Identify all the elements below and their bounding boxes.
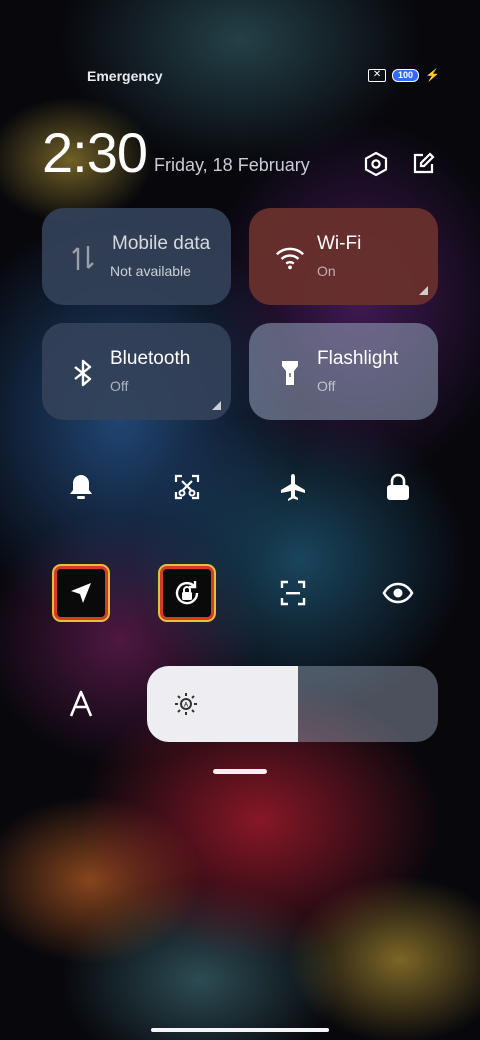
screenshot-icon[interactable] [163, 463, 211, 511]
status-icons: ✕ 100 ⚡ [368, 68, 440, 82]
bluetooth-title: Bluetooth [110, 348, 191, 369]
mobile-data-title: Mobile data [112, 233, 211, 254]
svg-text:A: A [184, 703, 189, 709]
airplane-icon[interactable] [269, 463, 317, 511]
sim-off-icon: ✕ [368, 68, 387, 82]
brightness-fill [147, 666, 299, 742]
mobile-data-tile[interactable]: Mobile data Not available [42, 208, 231, 305]
rotation-lock-icon[interactable] [163, 569, 211, 617]
battery-indicator: 100 [392, 68, 420, 82]
wifi-status: On [317, 263, 336, 279]
bolt-icon: ⚡ [425, 68, 440, 82]
flashlight-title: Flashlight [317, 348, 399, 369]
bluetooth-status: Off [110, 378, 129, 394]
location-icon[interactable] [57, 569, 105, 617]
brightness-slider[interactable]: A [147, 666, 438, 742]
mobile-data-status: Not available [110, 263, 191, 279]
edit-icon[interactable] [410, 151, 436, 177]
expand-corner-icon[interactable] [212, 401, 221, 410]
flashlight-icon [275, 358, 305, 388]
scanner-icon[interactable] [269, 569, 317, 617]
emergency-calls-label: Emergency [87, 68, 163, 84]
home-gesture-bar[interactable] [151, 1028, 329, 1032]
expand-corner-icon[interactable] [419, 286, 428, 295]
bluetooth-icon [68, 358, 98, 388]
wifi-tile[interactable]: Wi-Fi On [249, 208, 438, 305]
wifi-title: Wi-Fi [317, 233, 362, 254]
clock[interactable]: 2:30 [42, 120, 148, 186]
date-label[interactable]: Friday, 18 February [154, 155, 310, 176]
data-arrows-icon [68, 243, 98, 273]
panel-drag-handle[interactable] [213, 769, 267, 774]
bell-icon[interactable] [57, 463, 105, 511]
lock-icon[interactable] [374, 463, 422, 511]
bluetooth-tile[interactable]: Bluetooth Off [42, 323, 231, 420]
settings-icon[interactable] [363, 151, 389, 177]
auto-brightness-icon: A [174, 692, 198, 716]
flashlight-tile[interactable]: Flashlight Off [249, 323, 438, 420]
font-size-icon[interactable] [57, 680, 105, 728]
eye-icon[interactable] [374, 569, 422, 617]
wifi-icon [275, 243, 305, 273]
flashlight-status: Off [317, 378, 336, 394]
